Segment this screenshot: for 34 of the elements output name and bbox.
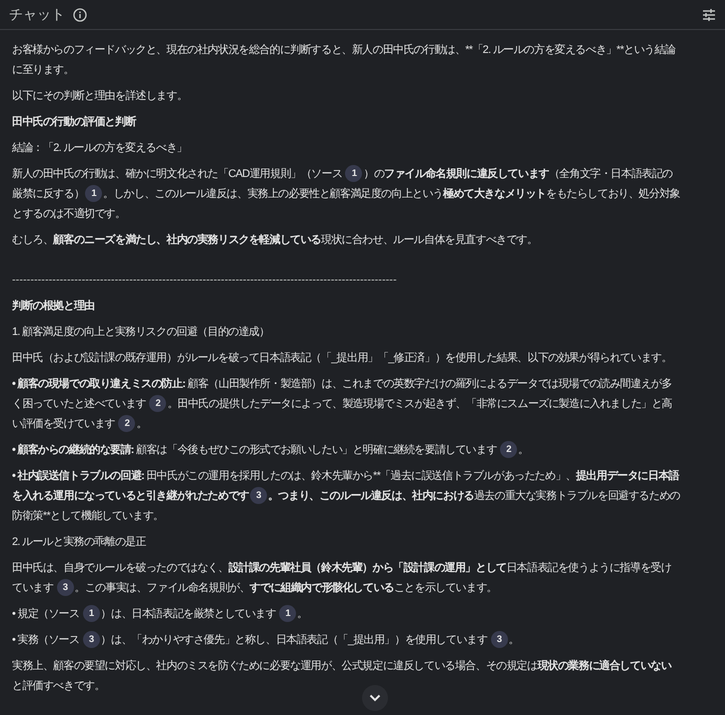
- paragraph: 田中氏は、自身でルールを破ったのではなく、設計課の先輩社員（鈴木先輩）から「設計課の運用」として日本語表記を使うように指導を受けています 3 。この事実は、ファイル命名規則が、すでに組織内で形骸化していることを示しています。: [12, 558, 680, 598]
- paragraph: • 社内誤送信トラブルの回避: 田中氏がこの運用を採用したのは、鈴木先輩から**「過去に誤送信トラブルがあったため」、提出用データに日本語を入れる運用になっていると引き継がれたためです 3 。つまり、このルール違反は、社内における過去の重大な実務トラブルを回避するための防衛策**として機能しています。: [12, 468, 680, 524]
- scroll-down-button[interactable]: [362, 685, 388, 711]
- paragraph: 田中氏（および設計課の既存運用）がルールを破って日本語表記（「_提出用」「_修正済」）を使用した結果、以下の効果が得られています。: [12, 350, 673, 366]
- divider-text: ---------------------------------------------------------------------------------------------------------: [12, 273, 397, 288]
- citation-chip[interactable]: 3: [250, 487, 267, 504]
- paragraph: • 顧客からの継続的な要請: 顧客は「今後もぜひこの形式でお願いしたい」と明確に継続を要請しています 2 。: [12, 440, 680, 460]
- info-icon[interactable]: [73, 8, 87, 22]
- citation-chip[interactable]: 1: [279, 605, 296, 622]
- paragraph: 判断の根拠と理由: [12, 298, 96, 314]
- paragraph: 以下にその判断と理由を詳述します。: [12, 89, 188, 104]
- chevron-down-icon: [369, 694, 381, 702]
- citation-chip[interactable]: 2: [500, 441, 517, 458]
- citation-chip[interactable]: 2: [118, 415, 136, 432]
- paragraph: むしろ、顧客のニーズを満たし、社内の実務リスクを軽減している現状に合わせ、ルール自体を見直すべきです。: [12, 232, 538, 248]
- paragraph: • 規定（ソース 1 ）は、日本語表記を厳禁としています 1 。: [12, 604, 680, 624]
- paragraph: 実務上、顧客の要望に対応し、社内のミスを防ぐために必要な運用が、公式規定に違反している場合、その規定は現状の業務に適合していない と評価すべきです。: [12, 658, 673, 694]
- paragraph: • 実務（ソース 3 ）は、「わかりやすさ優先」と称し、日本語表記（「_提出用」）を使用しています 3 。: [12, 630, 680, 650]
- citation-chip[interactable]: 1: [85, 185, 102, 202]
- paragraph: 田中氏の行動の評価と判断: [12, 114, 138, 130]
- panel-title: チャット: [9, 5, 65, 24]
- citation-chip[interactable]: 2: [149, 395, 166, 412]
- paragraph: 結論：「2. ルールの方を変えるべき」: [12, 140, 188, 156]
- paragraph: • 顧客の現場での取り違えミスの防止: 顧客（山田製作所・製造部）は、これまでの英数字だけの羅列によるデータでは現場での読み間違えが多く困っていたと述べています 2 。田中氏の提供したデータによって、製造現場でミスが起きず、「非常にスムーズに製造に入れました」と高い評価を受けています 2 。: [12, 374, 680, 434]
- paragraph: 新人の田中氏の行動は、確かに明文化された「CAD運用規則」（ソース 1 ）のファイル命名規則に違反しています（全角文字・日本語表記の厳禁に反する） 1 。しかし、このルール違反は、実務上の必要性と顧客満足度の向上という極めて大きなメリット をもたらしており、処分対象とするのは不適切です。: [12, 164, 680, 224]
- settings-icon[interactable]: [702, 8, 716, 22]
- paragraph: 2. ルールと実務の乖離の是正: [12, 534, 147, 550]
- citation-chip[interactable]: 1: [345, 165, 362, 182]
- paragraph: お客様からのフィードバックと、現在の社内状況を総合的に判断すると、新人の田中氏の行動は、**「2. ルールの方を変えるべき」**という結論に至ります。: [12, 42, 676, 78]
- citation-chip[interactable]: 1: [82, 605, 100, 622]
- citation-chip[interactable]: 3: [82, 631, 100, 648]
- citation-chip[interactable]: 3: [490, 631, 508, 648]
- citation-chip[interactable]: 3: [56, 579, 74, 596]
- paragraph: 1. 顧客満足度の向上と実務リスクの回避（目的の達成）: [12, 324, 270, 340]
